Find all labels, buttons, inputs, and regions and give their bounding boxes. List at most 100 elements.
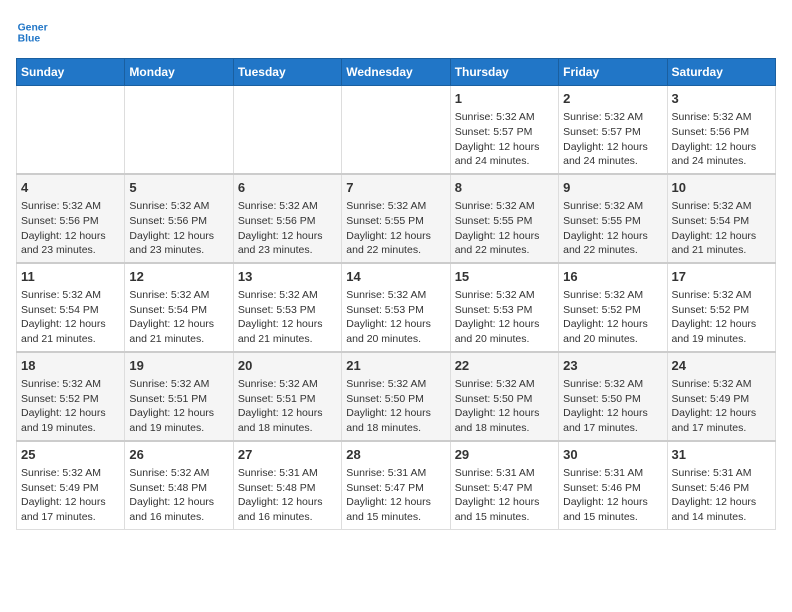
calendar-cell — [17, 86, 125, 174]
calendar-cell: 14 Sunrise: 5:32 AMSunset: 5:53 PMDayligh… — [342, 263, 450, 352]
day-number: 3 — [672, 90, 771, 108]
day-number: 23 — [563, 357, 662, 375]
calendar-cell: 27 Sunrise: 5:31 AMSunset: 5:48 PMDayligh… — [233, 441, 341, 529]
cell-content: Sunrise: 5:32 AMSunset: 5:54 PMDaylight:… — [129, 288, 228, 347]
svg-text:Blue: Blue — [18, 34, 41, 45]
day-number: 12 — [129, 268, 228, 286]
day-number: 15 — [455, 268, 554, 286]
calendar-cell: 5 Sunrise: 5:32 AMSunset: 5:56 PMDaylight… — [125, 174, 233, 263]
day-number: 17 — [672, 268, 771, 286]
calendar-cell: 10 Sunrise: 5:32 AMSunset: 5:54 PMDayligh… — [667, 174, 775, 263]
day-number: 16 — [563, 268, 662, 286]
logo: General Blue — [16, 16, 48, 48]
day-number: 20 — [238, 357, 337, 375]
calendar-cell — [125, 86, 233, 174]
week-row-1: 1Sunrise: 5:32 AMSunset: 5:57 PMDaylight… — [17, 86, 776, 174]
calendar-cell: 23 Sunrise: 5:32 AMSunset: 5:50 PMDayligh… — [559, 352, 667, 441]
day-number: 28 — [346, 446, 445, 464]
calendar-cell: 25Sunrise: 5:32 AMSunset: 5:49 PMDayligh… — [17, 441, 125, 529]
day-number: 4 — [21, 179, 120, 197]
cell-content: Sunrise: 5:32 AMSunset: 5:56 PMDaylight:… — [672, 110, 771, 169]
calendar-cell: 6 Sunrise: 5:32 AMSunset: 5:56 PMDaylight… — [233, 174, 341, 263]
day-number: 19 — [129, 357, 228, 375]
cell-content: Sunrise: 5:31 AMSunset: 5:47 PMDaylight:… — [346, 466, 445, 525]
calendar-cell: 3 Sunrise: 5:32 AMSunset: 5:56 PMDaylight… — [667, 86, 775, 174]
cell-content: Sunrise: 5:32 AMSunset: 5:54 PMDaylight:… — [21, 288, 120, 347]
calendar-cell: 22 Sunrise: 5:32 AMSunset: 5:50 PMDayligh… — [450, 352, 558, 441]
header-cell-sunday: Sunday — [17, 59, 125, 86]
day-number: 25 — [21, 446, 120, 464]
day-number: 18 — [21, 357, 120, 375]
day-number: 30 — [563, 446, 662, 464]
week-row-2: 4 Sunrise: 5:32 AMSunset: 5:56 PMDaylight… — [17, 174, 776, 263]
day-number: 2 — [563, 90, 662, 108]
day-number: 7 — [346, 179, 445, 197]
calendar-cell: 30 Sunrise: 5:31 AMSunset: 5:46 PMDayligh… — [559, 441, 667, 529]
day-number: 31 — [672, 446, 771, 464]
day-number: 6 — [238, 179, 337, 197]
header-row: SundayMondayTuesdayWednesdayThursdayFrid… — [17, 59, 776, 86]
day-number: 10 — [672, 179, 771, 197]
calendar-header: SundayMondayTuesdayWednesdayThursdayFrid… — [17, 59, 776, 86]
svg-text:General: General — [18, 22, 48, 33]
calendar-cell — [233, 86, 341, 174]
day-number: 24 — [672, 357, 771, 375]
cell-content: Sunrise: 5:32 AMSunset: 5:50 PMDaylight:… — [563, 377, 662, 436]
calendar-cell — [342, 86, 450, 174]
cell-content: Sunrise: 5:32 AMSunset: 5:55 PMDaylight:… — [346, 199, 445, 258]
calendar-body: 1Sunrise: 5:32 AMSunset: 5:57 PMDaylight… — [17, 86, 776, 530]
day-number: 29 — [455, 446, 554, 464]
calendar-cell: 28 Sunrise: 5:31 AMSunset: 5:47 PMDayligh… — [342, 441, 450, 529]
cell-content: Sunrise: 5:32 AMSunset: 5:48 PMDaylight:… — [129, 466, 228, 525]
cell-content: Sunrise: 5:32 AMSunset: 5:52 PMDaylight:… — [672, 288, 771, 347]
day-number: 22 — [455, 357, 554, 375]
header-cell-thursday: Thursday — [450, 59, 558, 86]
header-cell-wednesday: Wednesday — [342, 59, 450, 86]
day-number: 11 — [21, 268, 120, 286]
header-cell-saturday: Saturday — [667, 59, 775, 86]
header-cell-monday: Monday — [125, 59, 233, 86]
cell-content: Sunrise: 5:31 AMSunset: 5:47 PMDaylight:… — [455, 466, 554, 525]
cell-content: Sunrise: 5:31 AMSunset: 5:48 PMDaylight:… — [238, 466, 337, 525]
header-cell-tuesday: Tuesday — [233, 59, 341, 86]
calendar-cell: 20 Sunrise: 5:32 AMSunset: 5:51 PMDayligh… — [233, 352, 341, 441]
cell-content: Sunrise: 5:32 AMSunset: 5:53 PMDaylight:… — [455, 288, 554, 347]
calendar-cell: 11 Sunrise: 5:32 AMSunset: 5:54 PMDayligh… — [17, 263, 125, 352]
cell-content: Sunrise: 5:32 AMSunset: 5:51 PMDaylight:… — [238, 377, 337, 436]
cell-content: Sunrise: 5:32 AMSunset: 5:56 PMDaylight:… — [129, 199, 228, 258]
calendar-cell: 1Sunrise: 5:32 AMSunset: 5:57 PMDaylight… — [450, 86, 558, 174]
calendar-cell: 4Sunrise: 5:32 AMSunset: 5:56 PMDaylight… — [17, 174, 125, 263]
cell-content: Sunrise: 5:32 AMSunset: 5:54 PMDaylight:… — [672, 199, 771, 258]
day-number: 14 — [346, 268, 445, 286]
calendar-cell: 12 Sunrise: 5:32 AMSunset: 5:54 PMDayligh… — [125, 263, 233, 352]
cell-content: Sunrise: 5:31 AMSunset: 5:46 PMDaylight:… — [563, 466, 662, 525]
calendar-cell: 2 Sunrise: 5:32 AMSunset: 5:57 PMDaylight… — [559, 86, 667, 174]
calendar-cell: 19Sunrise: 5:32 AMSunset: 5:51 PMDayligh… — [125, 352, 233, 441]
week-row-4: 18Sunrise: 5:32 AMSunset: 5:52 PMDayligh… — [17, 352, 776, 441]
cell-content: Sunrise: 5:32 AMSunset: 5:55 PMDaylight:… — [563, 199, 662, 258]
cell-content: Sunrise: 5:32 AMSunset: 5:56 PMDaylight:… — [238, 199, 337, 258]
calendar-cell: 8Sunrise: 5:32 AMSunset: 5:55 PMDaylight… — [450, 174, 558, 263]
calendar-cell: 17 Sunrise: 5:32 AMSunset: 5:52 PMDayligh… — [667, 263, 775, 352]
calendar-cell: 7 Sunrise: 5:32 AMSunset: 5:55 PMDaylight… — [342, 174, 450, 263]
day-number: 26 — [129, 446, 228, 464]
day-number: 5 — [129, 179, 228, 197]
cell-content: Sunrise: 5:31 AMSunset: 5:46 PMDaylight:… — [672, 466, 771, 525]
day-number: 21 — [346, 357, 445, 375]
day-number: 27 — [238, 446, 337, 464]
calendar-cell: 24Sunrise: 5:32 AMSunset: 5:49 PMDayligh… — [667, 352, 775, 441]
header-cell-friday: Friday — [559, 59, 667, 86]
cell-content: Sunrise: 5:32 AMSunset: 5:50 PMDaylight:… — [455, 377, 554, 436]
cell-content: Sunrise: 5:32 AMSunset: 5:50 PMDaylight:… — [346, 377, 445, 436]
header: General Blue — [16, 16, 776, 48]
cell-content: Sunrise: 5:32 AMSunset: 5:57 PMDaylight:… — [563, 110, 662, 169]
cell-content: Sunrise: 5:32 AMSunset: 5:55 PMDaylight:… — [455, 199, 554, 258]
calendar-cell: 13Sunrise: 5:32 AMSunset: 5:53 PMDayligh… — [233, 263, 341, 352]
week-row-5: 25Sunrise: 5:32 AMSunset: 5:49 PMDayligh… — [17, 441, 776, 529]
logo-icon: General Blue — [16, 16, 48, 48]
calendar-cell: 21 Sunrise: 5:32 AMSunset: 5:50 PMDayligh… — [342, 352, 450, 441]
calendar-cell: 9Sunrise: 5:32 AMSunset: 5:55 PMDaylight… — [559, 174, 667, 263]
cell-content: Sunrise: 5:32 AMSunset: 5:53 PMDaylight:… — [346, 288, 445, 347]
calendar-cell: 26 Sunrise: 5:32 AMSunset: 5:48 PMDayligh… — [125, 441, 233, 529]
calendar-cell: 29 Sunrise: 5:31 AMSunset: 5:47 PMDayligh… — [450, 441, 558, 529]
